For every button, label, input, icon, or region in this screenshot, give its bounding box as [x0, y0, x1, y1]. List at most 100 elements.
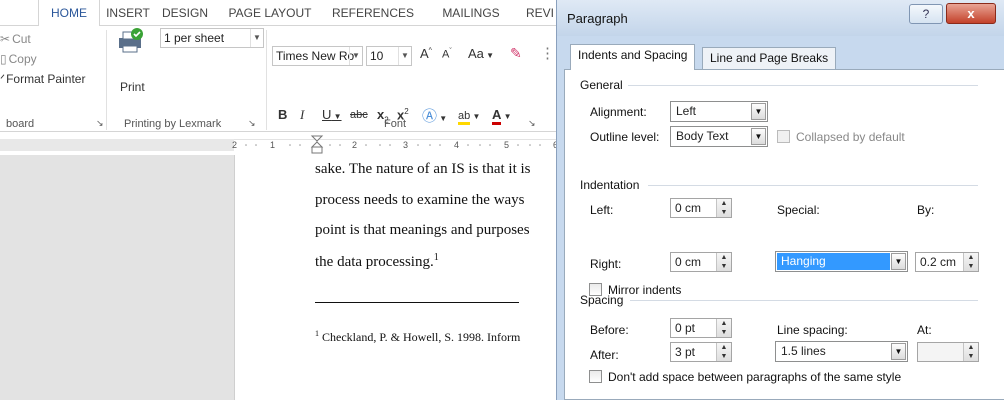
- right-indent-label: Right:: [590, 257, 622, 271]
- special-label: Special:: [777, 203, 820, 217]
- dont-add-space-label: Don't add space between paragraphs of th…: [608, 370, 902, 384]
- print-label[interactable]: Print: [120, 80, 145, 94]
- pages-per-sheet-value: 1 per sheet: [164, 31, 225, 45]
- by-input[interactable]: 0.2 cm ▲ ▼: [915, 252, 979, 272]
- left-indent-input[interactable]: 0 cm ▲ ▼: [670, 198, 732, 218]
- strikethrough-button[interactable]: abc: [350, 109, 368, 121]
- tab-indents-and-spacing[interactable]: Indents and Spacing: [570, 44, 696, 70]
- shrink-font-button[interactable]: Aˇ: [442, 48, 452, 61]
- ruler-tick-label: 2: [232, 140, 237, 150]
- divider: [630, 300, 978, 301]
- indent-marker-icon[interactable]: [310, 135, 324, 154]
- copy-icon: ▯: [0, 52, 7, 66]
- tab-review[interactable]: REVI: [522, 0, 558, 26]
- pages-per-sheet-select[interactable]: 1 per sheet ▼: [160, 28, 264, 48]
- dialog-launcher-icon[interactable]: ↘: [528, 118, 536, 129]
- grow-font-button[interactable]: A^: [420, 46, 432, 61]
- document-area[interactable]: sake. The nature of an IS is that it is …: [0, 155, 560, 400]
- tab-design[interactable]: DESIGN: [158, 0, 212, 26]
- at-input[interactable]: ▲ ▼: [917, 342, 979, 362]
- before-input[interactable]: 0 pt ▲ ▼: [670, 318, 732, 338]
- underline-button[interactable]: U ▼: [322, 107, 342, 122]
- outline-level-label: Outline level:: [590, 130, 660, 144]
- alignment-value: Left: [676, 104, 697, 118]
- collapsed-by-default-checkbox[interactable]: [777, 130, 790, 143]
- ruler-tick-label: 3: [403, 140, 408, 150]
- clipboard-group-label: board: [6, 118, 35, 130]
- divider: [628, 85, 978, 86]
- italic-button[interactable]: I: [300, 107, 304, 123]
- close-button[interactable]: x: [946, 3, 996, 24]
- chevron-down-icon: ▼: [398, 47, 411, 65]
- font-color-icon[interactable]: A ▼: [492, 107, 512, 125]
- chevron-down-icon: ▼: [891, 253, 906, 270]
- footnote-reference[interactable]: 1: [434, 252, 439, 263]
- spinner-icon[interactable]: ▲ ▼: [963, 343, 978, 361]
- grow-font-label: A: [420, 46, 429, 61]
- help-button[interactable]: ?: [909, 4, 943, 24]
- special-value: Hanging: [777, 253, 890, 270]
- ribbon-tabs: HOME INSERT DESIGN PAGE LAYOUT REFERENCE…: [0, 0, 560, 27]
- font-name-select[interactable]: Times New Ro ▼: [272, 46, 363, 66]
- change-case-label: Aa: [468, 46, 484, 61]
- after-input[interactable]: 3 pt ▲ ▼: [670, 342, 732, 362]
- left-indent-value: 0 cm: [675, 201, 702, 215]
- collapsed-by-default-label: Collapsed by default: [796, 130, 905, 144]
- spinner-icon[interactable]: ▲ ▼: [716, 343, 731, 361]
- horizontal-ruler[interactable]: 2 1 2 3 4 5 6: [0, 133, 560, 155]
- outline-level-select[interactable]: Body Text ▼: [670, 126, 768, 147]
- tab-page-layout[interactable]: PAGE LAYOUT: [226, 0, 314, 26]
- line-spacing-select[interactable]: 1.5 lines ▼: [775, 341, 908, 362]
- tab-line-and-page-breaks[interactable]: Line and Page Breaks: [702, 47, 837, 70]
- before-value: 0 pt: [675, 321, 696, 335]
- more-icon[interactable]: ⋮: [540, 44, 555, 62]
- ruler-tick-label: 4: [454, 140, 459, 150]
- before-label: Before:: [590, 323, 629, 337]
- format-painter-button[interactable]: ᐟFormat Painter: [0, 72, 85, 86]
- footnote-number: 1: [315, 329, 319, 338]
- chevron-down-icon: ▼: [349, 47, 362, 65]
- format-painter-label: Format Painter: [6, 72, 86, 86]
- cut-label: Cut: [12, 32, 31, 46]
- cut-button[interactable]: ✂ Cut: [0, 32, 31, 46]
- footnote: 1 Checkland, P. & Howell, S. 1998. Infor…: [315, 329, 520, 345]
- ruler-tick-label: 2: [352, 140, 357, 150]
- spinner-icon[interactable]: ▲ ▼: [716, 199, 731, 217]
- ruler-tick-label: 5: [504, 140, 509, 150]
- chevron-down-icon: ▼: [250, 29, 263, 47]
- tab-references[interactable]: REFERENCES: [330, 0, 416, 26]
- spinner-icon[interactable]: ▲ ▼: [716, 253, 731, 271]
- dialog-launcher-icon[interactable]: ↘: [96, 118, 104, 129]
- bold-button[interactable]: B: [278, 107, 287, 122]
- tab-mailings[interactable]: MAILINGS: [436, 0, 506, 26]
- footnote-separator: [315, 302, 519, 303]
- font-size-value: 10: [370, 49, 384, 63]
- change-case-button[interactable]: Aa ▼: [468, 46, 494, 61]
- divider: [106, 30, 107, 130]
- dialog-launcher-icon[interactable]: ↘: [248, 118, 256, 129]
- printer-icon[interactable]: [116, 26, 144, 54]
- paragraph-line: point is that meanings and purposes: [315, 222, 530, 238]
- alignment-select[interactable]: Left ▼: [670, 101, 768, 122]
- copy-button[interactable]: ▯ Copy: [0, 52, 37, 66]
- document-page[interactable]: sake. The nature of an IS is that it is …: [234, 155, 560, 400]
- underline-label: U: [322, 107, 332, 122]
- text-effects-icon[interactable]: Ⓐ ▼: [422, 105, 447, 126]
- clear-formatting-icon[interactable]: ✎: [510, 45, 522, 62]
- spinner-icon[interactable]: ▲ ▼: [963, 253, 978, 271]
- right-indent-input[interactable]: 0 cm ▲ ▼: [670, 252, 732, 272]
- tab-home[interactable]: HOME: [38, 0, 100, 27]
- highlight-icon[interactable]: ab ▼: [458, 107, 480, 125]
- dont-add-space-checkbox[interactable]: [589, 370, 602, 383]
- special-select[interactable]: Hanging ▼: [775, 251, 908, 272]
- spinner-icon[interactable]: ▲ ▼: [716, 319, 731, 337]
- tab-insert[interactable]: INSERT: [104, 0, 152, 26]
- line-spacing-value: 1.5 lines: [781, 344, 826, 358]
- outline-level-value: Body Text: [676, 129, 729, 143]
- footnote-text: Checkland, P. & Howell, S. 1998. Inform: [322, 330, 521, 344]
- copy-label: Copy: [8, 52, 37, 66]
- chevron-down-icon: ▼: [751, 128, 766, 145]
- font-size-select[interactable]: 10 ▼: [366, 46, 412, 66]
- left-indent-label: Left:: [590, 203, 614, 217]
- dialog-titlebar[interactable]: Paragraph ? x: [557, 0, 1004, 36]
